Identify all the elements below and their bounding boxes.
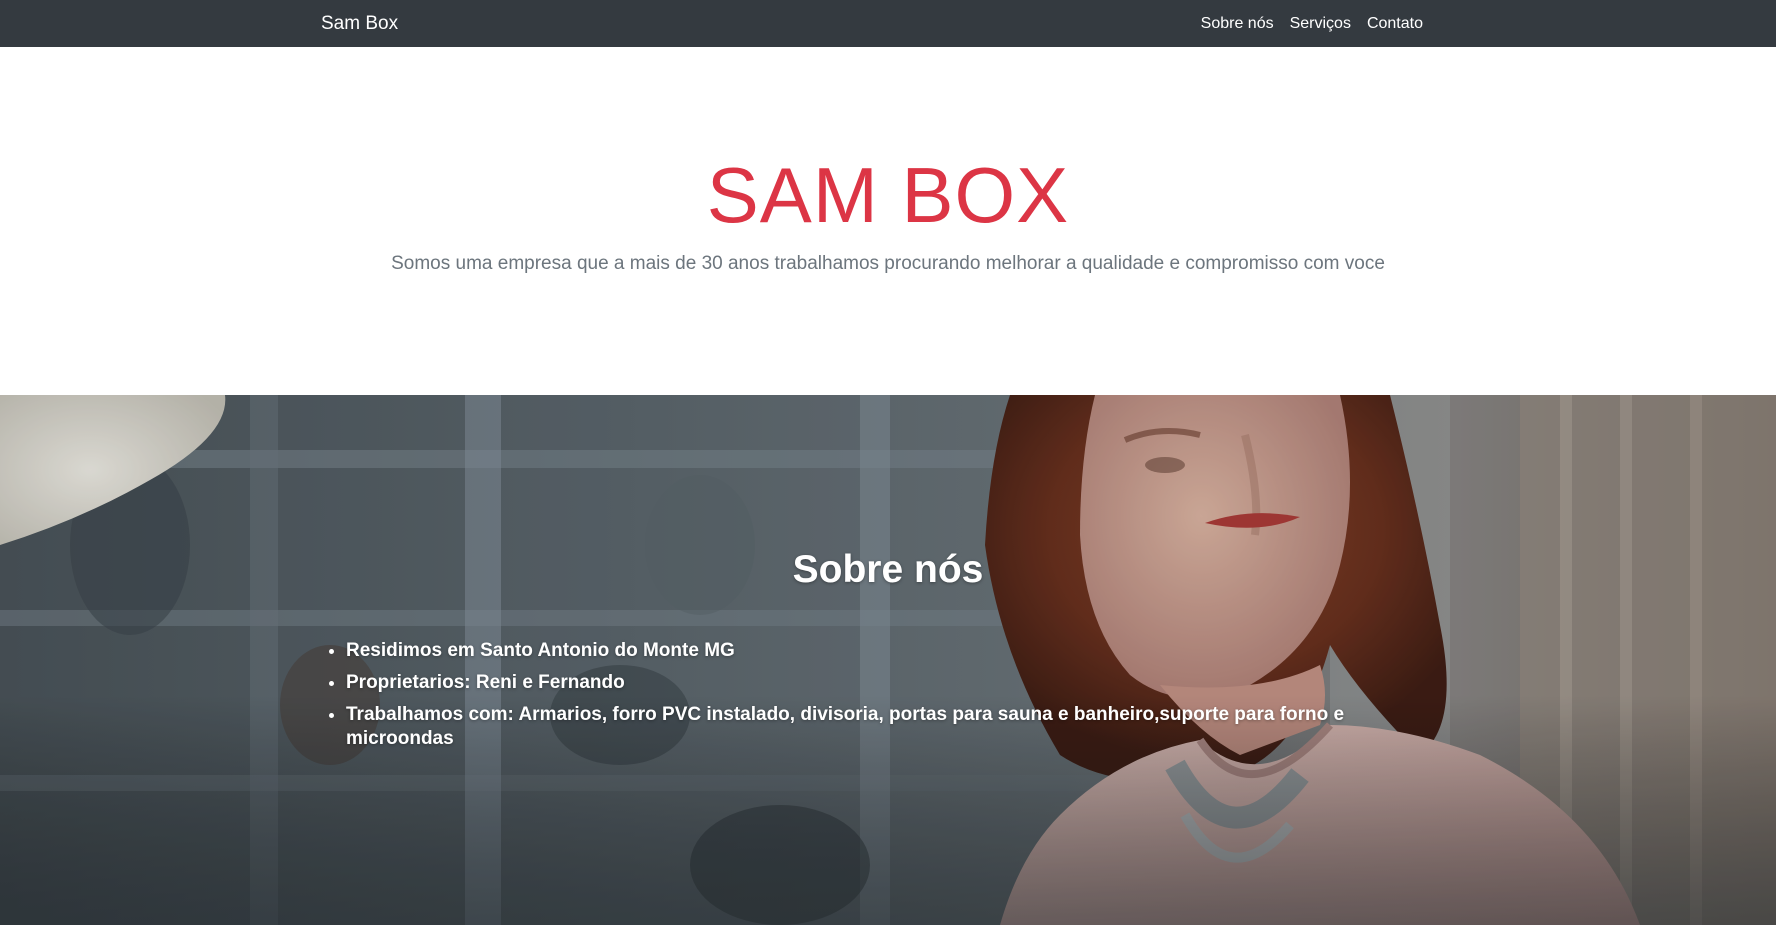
nav-link-contato[interactable]: Contato <box>1367 15 1423 33</box>
hero-section: SAM BOX Somos uma empresa que a mais de … <box>0 47 1776 395</box>
top-navbar: Sam Box Sobre nós Serviços Contato <box>0 0 1776 47</box>
about-title: Sobre nós <box>792 548 984 591</box>
hero-title: SAM BOX <box>706 151 1070 239</box>
list-item: Trabalhamos com: Armarios, forro PVC ins… <box>346 703 1346 751</box>
about-list: Residimos em Santo Antonio do Monte MG P… <box>346 639 1346 759</box>
navbar-container: Sam Box Sobre nós Serviços Contato <box>321 0 1423 47</box>
about-section: Sobre nós Residimos em Santo Antonio do … <box>0 395 1776 925</box>
nav-link-sobre-nos[interactable]: Sobre nós <box>1201 15 1274 33</box>
brand-link[interactable]: Sam Box <box>321 13 398 35</box>
nav-link-servicos[interactable]: Serviços <box>1290 15 1351 33</box>
nav-links: Sobre nós Serviços Contato <box>1201 15 1423 33</box>
list-item: Residimos em Santo Antonio do Monte MG <box>346 639 1346 663</box>
hero-subtitle: Somos uma empresa que a mais de 30 anos … <box>391 253 1385 274</box>
list-item: Proprietarios: Reni e Fernando <box>346 671 1346 695</box>
